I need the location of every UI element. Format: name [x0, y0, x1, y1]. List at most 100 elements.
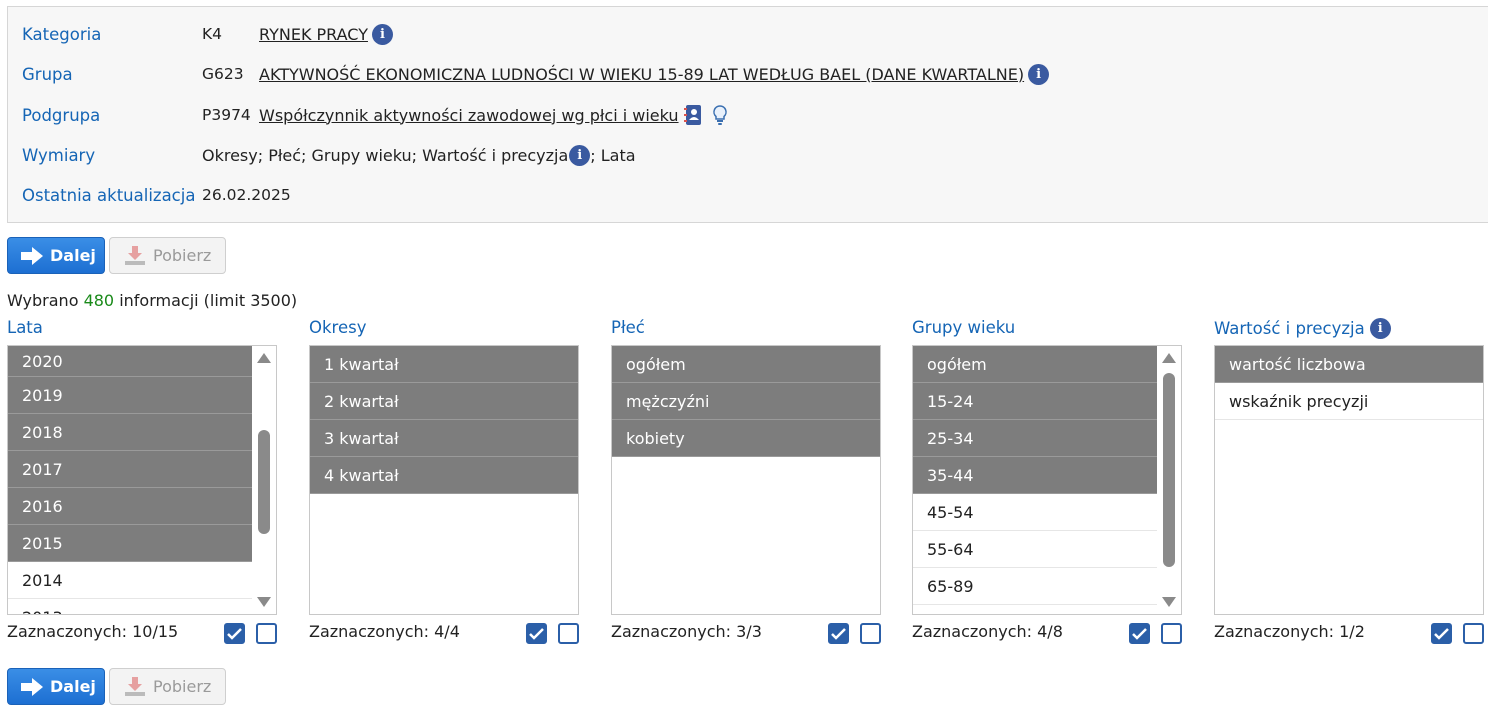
info-icon[interactable]: i [1369, 318, 1391, 339]
listbox-plec[interactable]: ogółem mężczyźni kobiety [611, 345, 881, 615]
list-item[interactable]: 2019 [8, 377, 252, 414]
list-item[interactable]: 15-24 [913, 383, 1157, 420]
list-item[interactable]: 2017 [8, 451, 252, 488]
list-item[interactable]: 25-34 [913, 420, 1157, 457]
deselect-all-checkbox[interactable] [860, 623, 881, 644]
subgroup-label: Podgrupa [22, 105, 101, 125]
dimensions-text-end: ; Lata [590, 145, 636, 165]
listbox-lata[interactable]: 2020 2019 2018 2017 2016 2015 2014 2013 [7, 345, 277, 615]
info-icon[interactable]: i [371, 23, 393, 45]
dimension-title-grupy-wieku: Grupy wieku [912, 318, 1016, 337]
list-item[interactable]: ogółem [913, 346, 1157, 383]
dimension-title-plec: Płeć [611, 318, 645, 337]
selection-summary: Wybrano 480 informacji (limit 3500) [7, 291, 297, 310]
listbox-wartosc-i-precyzja[interactable]: wartość liczbowa wskaźnik precyzji [1214, 345, 1484, 615]
summary-suffix: informacji (limit 3500) [114, 291, 298, 310]
address-book-icon[interactable] [683, 104, 703, 126]
select-all-checkbox[interactable] [224, 623, 245, 644]
group-value: AKTYWNOŚĆ EKONOMICZNA LUDNOŚCI W WIEKU 1… [259, 63, 1050, 85]
subgroup-value: Współczynnik aktywności zawodowej wg płc… [259, 104, 729, 126]
deselect-all-checkbox[interactable] [1463, 623, 1484, 644]
listbox-items: ogółem 15-24 25-34 35-44 45-54 55-64 65-… [913, 346, 1157, 615]
download-button-label: Pobierz [153, 677, 212, 696]
download-button[interactable]: Pobierz [109, 237, 226, 274]
list-item[interactable]: 65-89 [913, 568, 1157, 605]
group-code: G623 [202, 65, 244, 83]
scroll-up-arrow-icon[interactable] [1162, 353, 1176, 363]
next-button-label: Dalej [50, 246, 96, 265]
last-update-label: Ostatnia aktualizacja [22, 185, 196, 205]
scroll-down-arrow-icon[interactable] [257, 597, 271, 607]
scrollbar[interactable] [252, 346, 276, 614]
check-icon [831, 627, 846, 640]
deselect-all-checkbox[interactable] [558, 623, 579, 644]
scrollbar-thumb[interactable] [258, 430, 270, 534]
listbox-grupy-wieku[interactable]: ogółem 15-24 25-34 35-44 45-54 55-64 65-… [912, 345, 1182, 615]
group-link[interactable]: AKTYWNOŚĆ EKONOMICZNA LUDNOŚCI W WIEKU 1… [259, 65, 1024, 84]
check-icon [1434, 627, 1449, 640]
check-icon [529, 627, 544, 640]
list-item[interactable]: 2016 [8, 488, 252, 525]
footer-plec: Zaznaczonych: 3/3 [611, 622, 881, 646]
listbox-okresy[interactable]: 1 kwartał 2 kwartał 3 kwartał 4 kwartał [309, 345, 579, 615]
select-all-checkbox[interactable] [1129, 623, 1150, 644]
download-button-label: Pobierz [153, 246, 212, 265]
listbox-items: wartość liczbowa wskaźnik precyzji [1215, 346, 1483, 420]
selected-count: Zaznaczonych: 1/2 [1214, 622, 1365, 641]
list-item[interactable]: 4 kwartał [310, 457, 578, 494]
select-all-checkbox[interactable] [526, 623, 547, 644]
list-item[interactable]: kobiety [612, 420, 880, 457]
listbox-items: 1 kwartał 2 kwartał 3 kwartał 4 kwartał [310, 346, 578, 494]
scroll-down-arrow-icon[interactable] [1162, 597, 1176, 607]
list-item[interactable]: 3 kwartał [310, 420, 578, 457]
list-item[interactable]: wskaźnik precyzji [1215, 383, 1483, 420]
next-button[interactable]: Dalej [7, 237, 105, 274]
metadata-panel: Kategoria K4 RYNEK PRACY i Grupa G623 AK… [7, 6, 1488, 223]
next-button[interactable]: Dalej [7, 668, 105, 705]
last-update-value: 26.02.2025 [202, 186, 291, 204]
listbox-items: ogółem mężczyźni kobiety [612, 346, 880, 457]
dimension-title-text: Wartość i precyzja [1214, 319, 1365, 338]
list-item[interactable]: 2013 [8, 599, 252, 615]
scroll-up-arrow-icon[interactable] [257, 353, 271, 363]
deselect-all-checkbox[interactable] [256, 623, 277, 644]
list-item[interactable]: 2015 [8, 525, 252, 562]
list-item[interactable]: wartość liczbowa [1215, 346, 1483, 383]
list-item[interactable]: 2 kwartał [310, 383, 578, 420]
next-button-label: Dalej [50, 677, 96, 696]
footer-wartosc-i-precyzja: Zaznaczonych: 1/2 [1214, 622, 1484, 646]
select-all-checkbox[interactable] [828, 623, 849, 644]
check-icon [227, 627, 242, 640]
list-item[interactable]: 2020 [8, 346, 252, 377]
list-item[interactable]: 1 kwartał [310, 346, 578, 383]
list-item[interactable]: 2018 [8, 414, 252, 451]
download-button[interactable]: Pobierz [109, 668, 226, 705]
scrollbar[interactable] [1157, 346, 1181, 614]
listbox-items: 2020 2019 2018 2017 2016 2015 2014 2013 [8, 346, 252, 615]
list-item[interactable]: 15-89 [913, 605, 1157, 615]
info-icon[interactable]: i [569, 144, 591, 166]
footer-okresy: Zaznaczonych: 4/4 [309, 622, 579, 646]
dimension-title-okresy: Okresy [309, 318, 367, 337]
dimensions-label: Wymiary [22, 145, 96, 165]
selected-count: Zaznaczonych: 4/8 [912, 622, 1063, 641]
list-item[interactable]: 45-54 [913, 494, 1157, 531]
select-all-checkbox[interactable] [1431, 623, 1452, 644]
scrollbar-thumb[interactable] [1163, 373, 1175, 567]
deselect-all-checkbox[interactable] [1161, 623, 1182, 644]
info-icon[interactable]: i [1028, 63, 1050, 85]
list-item[interactable]: 35-44 [913, 457, 1157, 494]
dimensions-value: Okresy; Płeć; Grupy wieku; Wartość i pre… [202, 144, 636, 166]
dimension-title-wartosc-i-precyzja: Wartość i precyzja i [1214, 318, 1391, 339]
summary-prefix: Wybrano [7, 291, 84, 310]
list-item[interactable]: 2014 [8, 562, 252, 599]
category-link[interactable]: RYNEK PRACY [259, 25, 368, 44]
dimensions-text: Okresy; Płeć; Grupy wieku; Wartość i pre… [202, 145, 569, 165]
subgroup-link[interactable]: Współczynnik aktywności zawodowej wg płc… [259, 106, 679, 125]
list-item[interactable]: mężczyźni [612, 383, 880, 420]
footer-grupy-wieku: Zaznaczonych: 4/8 [912, 622, 1182, 646]
list-item[interactable]: ogółem [612, 346, 880, 383]
subgroup-code: P3974 [202, 106, 251, 124]
lightbulb-icon[interactable] [711, 104, 729, 126]
list-item[interactable]: 55-64 [913, 531, 1157, 568]
